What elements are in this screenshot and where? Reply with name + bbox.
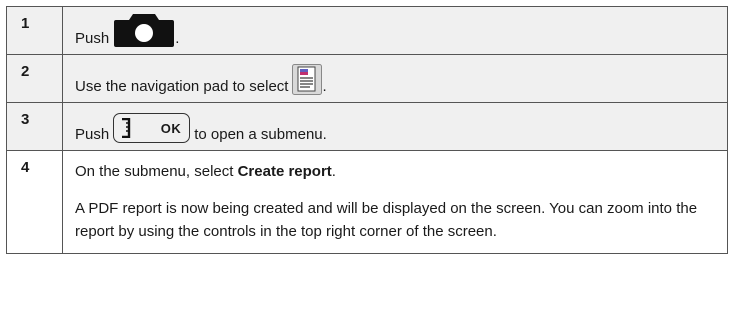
step-instruction-text: On the submenu, select Create report. [75,161,715,183]
step-number: 2 [6,54,63,103]
step-text-end: . [175,30,180,47]
step-instruction: Use the navigation pad to select . [62,54,728,103]
step-number: 3 [6,102,63,151]
step-row-3: 3 Push OK to open a submenu. [6,102,728,151]
step-row-1: 1 Push . [6,6,728,55]
instruction-suffix: . [331,163,336,180]
report-icon [292,64,323,95]
ok-button: OK [113,113,191,143]
step-text-end: . [322,78,327,95]
instruction-prefix: On the submenu, select [75,163,238,180]
step-number: 1 [6,6,63,55]
step-row-2: 2 Use the navigation pad to select . [6,54,728,103]
step-instruction: Push . [62,6,728,55]
bracket-icon [122,118,131,138]
ok-label: OK [160,120,182,136]
menu-option-name: Create report [237,163,332,180]
step-instruction: On the submenu, select Create report. A … [62,150,728,254]
step-description: A PDF report is now being created and wi… [75,200,698,240]
step-instruction: Push OK to open a submenu. [62,102,728,151]
step-text-end: to open a submenu. [194,126,327,143]
step-number: 4 [6,150,63,254]
camera-icon [114,14,175,47]
step-row-4: 4 On the submenu, select Create report. … [6,150,728,254]
step-text: Use the navigation pad to select [75,78,289,95]
step-text: Push [75,126,110,143]
steps-table: 1 Push . 2 Use the navigation pad to sel… [6,6,728,254]
step-text: Push [75,30,110,47]
